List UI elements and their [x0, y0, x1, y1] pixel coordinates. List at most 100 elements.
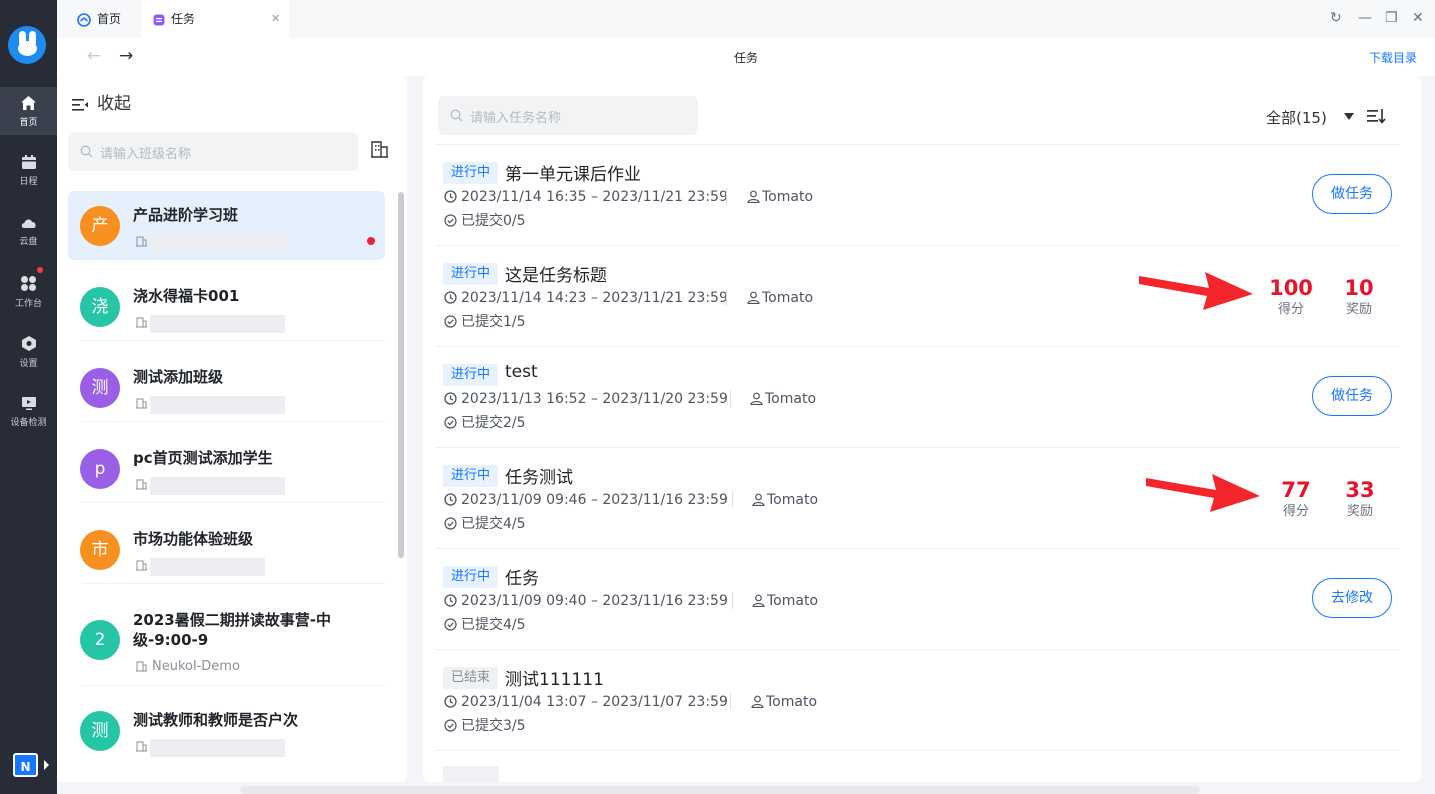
- nav-workbench-label: 工作台: [14, 299, 42, 309]
- redacted-org: [150, 739, 285, 757]
- status-badge: 已结束: [443, 667, 499, 689]
- reward: 10 奖励: [1329, 275, 1389, 319]
- divider: [82, 583, 385, 584]
- class-item[interactable]: p pc首页测试添加学生: [68, 434, 385, 503]
- score-label: 得分: [1282, 504, 1309, 519]
- annotation-arrow: [1139, 272, 1253, 310]
- notification-dot: [37, 267, 43, 273]
- task-owner-name: Tomato: [762, 189, 814, 205]
- nav-home[interactable]: 首页: [0, 87, 57, 135]
- reward-value: 10: [1344, 276, 1374, 300]
- task-title: test: [505, 362, 538, 382]
- class-avatar: 测: [80, 368, 120, 408]
- task-row[interactable]: 进行中 第一单元课后作业 2023/11/14 16:35 – 2023/11/…: [435, 145, 1400, 246]
- bottom-shadow: [240, 786, 1200, 794]
- scrollbar[interactable]: [398, 192, 404, 558]
- status-badge: 进行中: [443, 364, 499, 386]
- do-task-button[interactable]: 做任务: [1312, 174, 1392, 214]
- tab-task[interactable]: 任务 ✕: [141, 0, 289, 38]
- task-title: 第一单元课后作业: [505, 165, 641, 185]
- task-row[interactable]: 进行中 这是任务标题 2023/11/14 14:23 – 2023/11/21…: [435, 246, 1400, 347]
- task-time: 2023/11/14 14:23 – 2023/11/21 23:59: [444, 290, 728, 306]
- page-title: 任务: [733, 51, 758, 65]
- settings-icon: [21, 336, 36, 351]
- clock-icon: [444, 594, 457, 607]
- close-window-icon[interactable]: ✕: [1412, 10, 1424, 26]
- class-org: [134, 233, 354, 252]
- task-search-input[interactable]: 请输入任务名称: [438, 96, 698, 135]
- download-directory-link[interactable]: 下载目录: [1369, 49, 1417, 66]
- calendar-icon: [21, 155, 36, 169]
- score-value: 77: [1281, 478, 1311, 502]
- nav-calendar[interactable]: 日程: [0, 147, 57, 195]
- task-submitted-text: 已提交3/5: [461, 718, 526, 734]
- class-item[interactable]: 市 市场功能体验班级: [68, 515, 385, 584]
- divider: [82, 502, 385, 503]
- tab-home[interactable]: 首页: [77, 0, 121, 38]
- nav-workbench[interactable]: 工作台: [0, 267, 57, 315]
- task-row[interactable]: 进行中 test 2023/11/13 16:52 – 2023/11/20 2…: [435, 347, 1400, 448]
- refresh-icon[interactable]: ↻: [1330, 10, 1342, 26]
- reward-label: 奖励: [1345, 302, 1372, 317]
- task-row[interactable]: 已结束 测试111111 2023/11/04 13:07 – 2023/11/…: [435, 650, 1400, 751]
- nav-device-check[interactable]: 设备检测: [0, 387, 57, 435]
- task-row[interactable]: 进行中 任务 2023/11/09 09:40 – 2023/11/16 23:…: [435, 549, 1400, 650]
- redacted-org: [150, 315, 285, 333]
- divider: [82, 421, 385, 422]
- class-name: 2023暑假二期拼读故事营-中级-9:00-9: [133, 611, 331, 649]
- class-item[interactable]: 产 产品进阶学习班: [68, 191, 385, 260]
- home-icon: [21, 96, 36, 110]
- task-time-text: 2023/11/04 13:07 – 2023/11/07 23:59: [461, 694, 728, 710]
- class-search-placeholder: 请输入班级名称: [100, 147, 192, 162]
- app-badge[interactable]: N: [13, 753, 38, 777]
- clock-icon: [444, 493, 457, 506]
- close-tab-icon[interactable]: ✕: [271, 0, 280, 38]
- search-icon: [450, 109, 463, 122]
- cloud-icon: [21, 219, 36, 228]
- search-icon: [80, 145, 93, 158]
- building-icon: [136, 236, 147, 247]
- class-search-input[interactable]: 请输入班级名称: [68, 132, 358, 171]
- caret-down-icon[interactable]: [1344, 113, 1354, 120]
- task-title: 任务: [505, 569, 539, 589]
- task-owner: Tomato: [752, 492, 818, 508]
- task-time: 2023/11/14 16:35 – 2023/11/21 23:59: [444, 189, 728, 205]
- clock-icon: [444, 392, 457, 405]
- task-row[interactable]: 进行中 任务测试 2023/11/09 09:46 – 2023/11/16 2…: [435, 448, 1400, 549]
- task-submitted: 已提交4/5: [444, 614, 526, 634]
- sort-icon[interactable]: [1367, 108, 1386, 124]
- collapse-button[interactable]: 收起: [72, 89, 131, 114]
- user-icon: [747, 190, 760, 203]
- class-item[interactable]: 测 测试添加班级: [68, 353, 385, 422]
- reward-value: 33: [1345, 478, 1375, 502]
- nav-settings-label: 设置: [19, 359, 38, 369]
- check-circle-icon: [444, 517, 457, 530]
- task-title: 这是任务标题: [505, 266, 607, 286]
- status-filter-dropdown[interactable]: 全部(15): [1266, 107, 1327, 128]
- minimize-icon[interactable]: —: [1358, 10, 1372, 26]
- building-icon[interactable]: [370, 140, 389, 158]
- class-item[interactable]: 浇 浇水得福卡001: [68, 272, 385, 341]
- task-title: 任务测试: [505, 468, 573, 488]
- check-circle-icon: [444, 719, 457, 732]
- class-org-name: Neukol-Demo: [152, 659, 240, 674]
- edit-task-button[interactable]: 去修改: [1312, 578, 1392, 618]
- expand-arrow-icon[interactable]: [44, 760, 49, 770]
- user-icon: [750, 392, 763, 405]
- restore-icon[interactable]: ❐: [1385, 10, 1398, 26]
- do-task-button[interactable]: 做任务: [1312, 376, 1392, 416]
- task-title: 测试111111: [505, 670, 604, 690]
- task-owner: Tomato: [752, 593, 818, 609]
- annotation-arrow: [1146, 474, 1260, 512]
- task-owner-name: Tomato: [762, 290, 814, 306]
- collapse-icon: [72, 99, 88, 111]
- check-circle-icon: [444, 315, 457, 328]
- nav-cloud[interactable]: 云盘: [0, 207, 57, 255]
- divider: [82, 340, 385, 341]
- class-item[interactable]: 测 测试教师和教师是否户次: [68, 696, 385, 765]
- task-owner: Tomato: [747, 290, 813, 306]
- class-item[interactable]: 2 2023暑假二期拼读故事营-中级-9:00-9 Neukol-Demo: [68, 596, 385, 686]
- nav-settings[interactable]: 设置: [0, 327, 57, 375]
- nav-device-check-label: 设备检测: [10, 418, 47, 428]
- building-icon: [136, 317, 147, 328]
